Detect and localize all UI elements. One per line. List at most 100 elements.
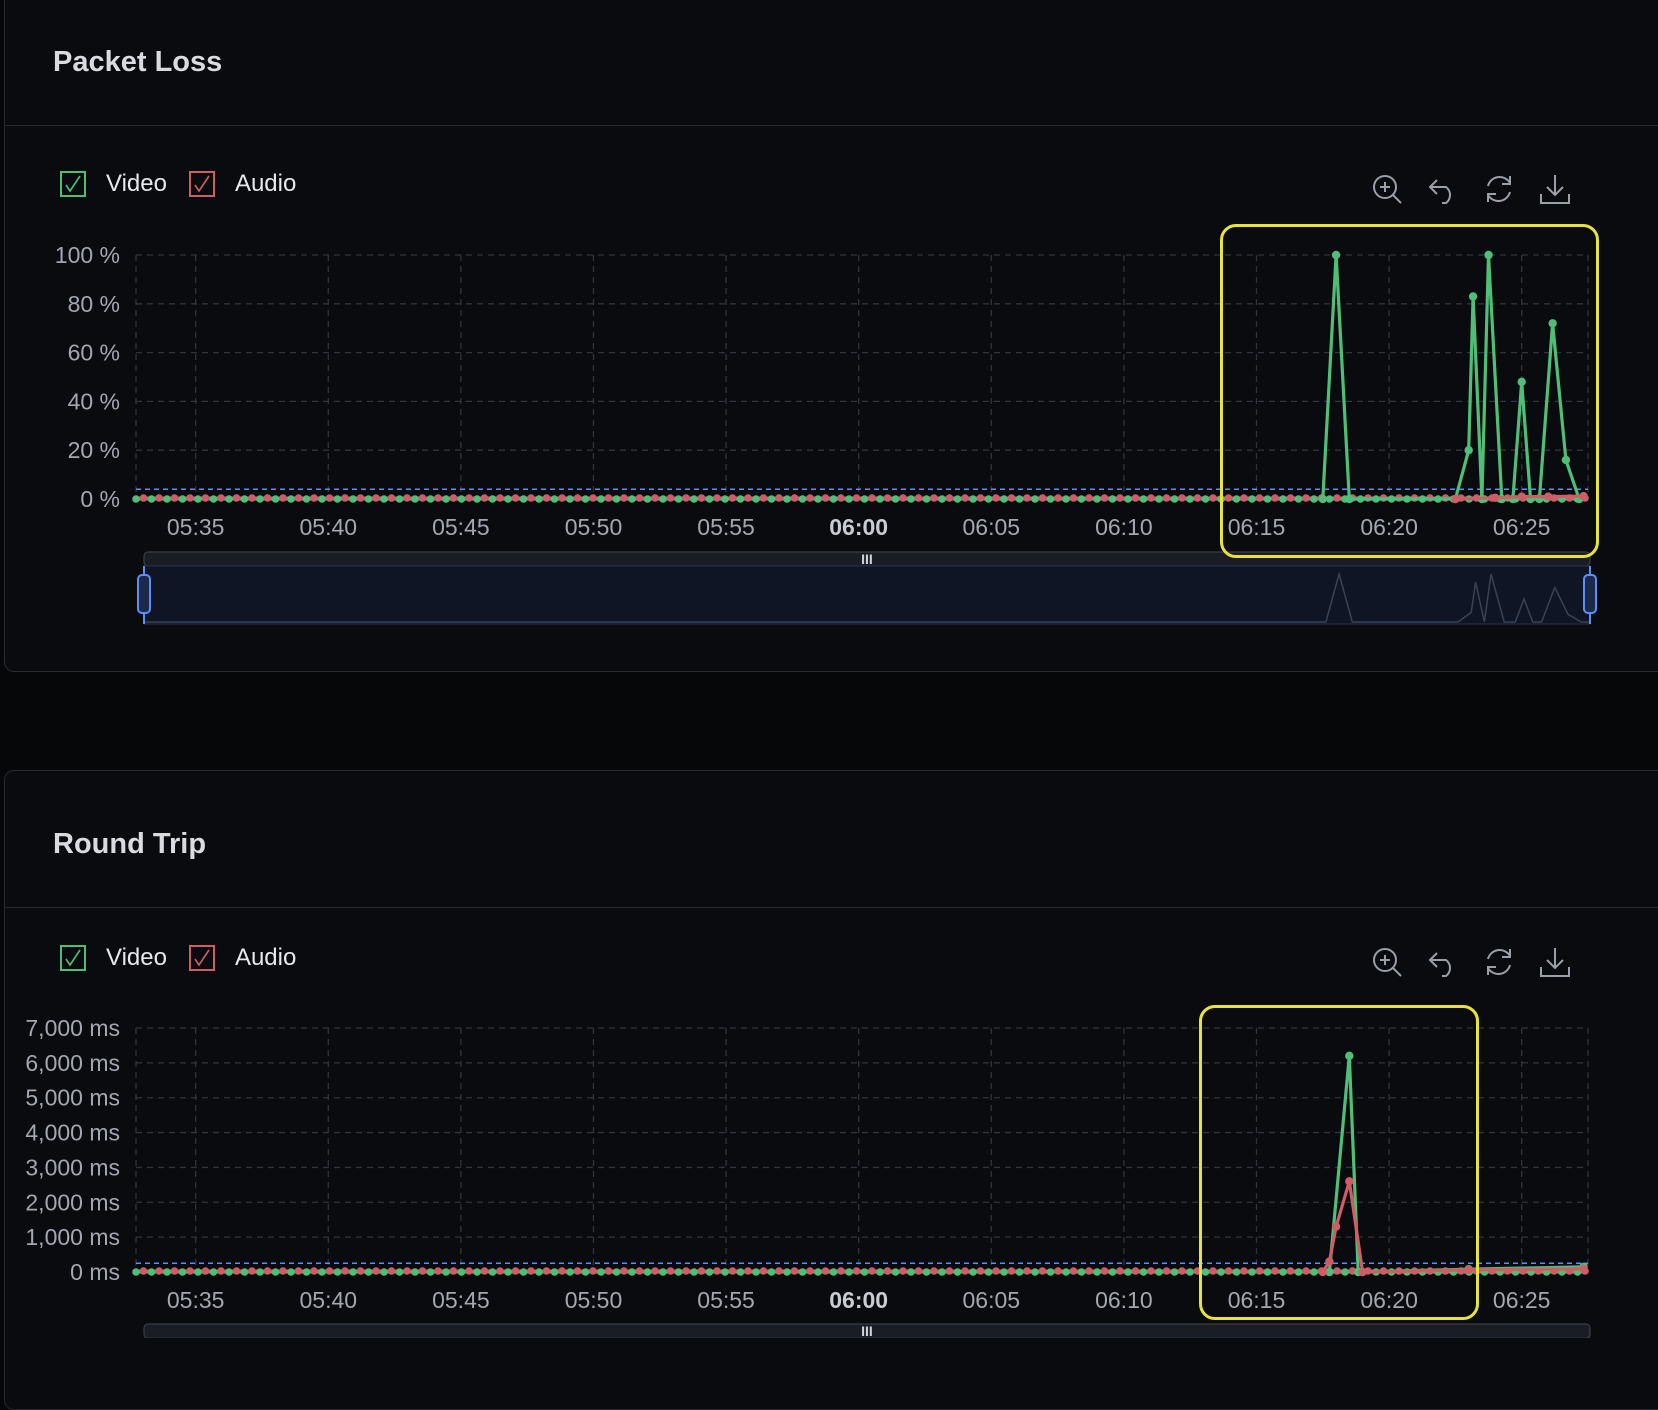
round-trip-audio-base-point: [1100, 1267, 1109, 1275]
packet-loss-video-base-point: [333, 495, 342, 503]
packet-loss-video-base-point: [736, 495, 745, 503]
round-trip-x-tick: 05:50: [565, 1287, 623, 1313]
round-trip-audio-base-point: [558, 1267, 566, 1275]
packet-loss-video-base-point: [752, 495, 760, 503]
packet-loss-video-base-point: [411, 495, 419, 503]
packet-loss-video-base-point: [1155, 495, 1163, 503]
packet-loss-audio-base-point: [403, 494, 411, 502]
packet-loss-audio-base-point: [821, 494, 830, 502]
round-trip-video-base-point: [643, 1268, 652, 1276]
round-trip-audio-base-point: [1023, 1267, 1031, 1275]
round-trip-audio-base-point: [697, 1267, 706, 1275]
round-trip-video-base-point: [705, 1268, 714, 1276]
packet-loss-video-base-point: [194, 495, 202, 503]
packet-loss-video-base-point: [504, 495, 512, 503]
round-trip-audio-base-point: [387, 1267, 396, 1275]
undo-icon[interactable]: [1426, 172, 1460, 206]
refresh-icon[interactable]: [1482, 172, 1516, 206]
round-trip-audio-base-point: [604, 1267, 613, 1275]
legend-video[interactable]: Video: [60, 944, 167, 972]
undo-icon[interactable]: [1426, 945, 1460, 979]
packet-loss-y-tick: 0 %: [80, 486, 120, 512]
legend-audio[interactable]: Audio: [188, 944, 296, 972]
packet-loss-video-base-point: [705, 495, 714, 503]
round-trip-toolbox: [1370, 945, 1572, 979]
packet-loss-video-base-point: [814, 495, 822, 503]
round-trip-audio-base-point: [186, 1267, 194, 1275]
round-trip-video-base-point: [1062, 1268, 1070, 1276]
packet-loss-audio-base-point: [728, 494, 737, 502]
packet-loss-audio-base-point: [294, 494, 303, 502]
round-trip-audio-base-point: [325, 1267, 334, 1275]
round-trip-video-base-point: [566, 1268, 574, 1276]
round-trip-video-base-point: [969, 1268, 977, 1276]
packet-loss-audio-base-point: [713, 494, 721, 502]
packet-loss-video-base-point: [488, 495, 497, 503]
packet-loss-video-base-point: [845, 495, 853, 503]
packet-loss-audio-base-point: [682, 494, 690, 502]
packet-loss-audio-base-point: [263, 494, 272, 502]
round-trip-video-base-point: [845, 1268, 853, 1276]
packet-loss-video-base-point: [1077, 495, 1086, 503]
packet-loss-audio-base-point: [697, 494, 706, 502]
round-trip-video-base-point: [690, 1268, 698, 1276]
packet-loss-audio-base-point: [1116, 494, 1124, 502]
packet-loss-audio-base-point: [232, 494, 241, 502]
zoom-icon[interactable]: [1370, 945, 1404, 979]
packet-loss-y-tick: 40 %: [68, 388, 120, 414]
download-icon[interactable]: [1538, 172, 1572, 206]
round-trip-video-base-point: [1170, 1268, 1179, 1276]
download-icon[interactable]: [1538, 945, 1572, 979]
packet-loss-audio-base-point: [1100, 494, 1109, 502]
packet-loss-audio-base-point: [1178, 494, 1186, 502]
round-trip-video-base-point: [271, 1268, 280, 1276]
round-trip-video-base-point: [984, 1268, 993, 1276]
round-trip-audio-base-point: [232, 1267, 241, 1275]
round-trip-audio-base-point: [682, 1267, 690, 1275]
packet-loss-audio-base-point: [480, 494, 489, 502]
round-trip-video-base-point: [597, 1268, 605, 1276]
packet-loss-audio-base-point: [852, 494, 861, 502]
packet-loss-audio-base-point: [434, 494, 442, 502]
round-trip-video-base-point: [209, 1268, 218, 1276]
packet-loss-audio-base-point: [976, 494, 985, 502]
round-trip-audio-base-point: [1085, 1267, 1093, 1275]
audio-check-icon: [188, 171, 215, 197]
packet-loss-audio-base-point: [1209, 494, 1217, 502]
legend-audio[interactable]: Audio: [188, 170, 296, 198]
packet-loss-slider-handle[interactable]: [137, 574, 151, 614]
round-trip-audio-base-point: [170, 1267, 179, 1275]
round-trip-y-tick: 7,000 ms: [25, 1015, 120, 1041]
packet-loss-video-base-point: [209, 495, 218, 503]
round-trip-y-tick: 6,000 ms: [25, 1050, 120, 1076]
packet-loss-audio-base-point: [542, 494, 551, 502]
round-trip-audio-base-point: [573, 1267, 582, 1275]
refresh-icon[interactable]: [1482, 945, 1516, 979]
round-trip-video-base-point: [504, 1268, 512, 1276]
zoom-icon[interactable]: [1370, 172, 1404, 206]
packet-loss-video-base-point: [969, 495, 977, 503]
packet-loss-video-base-point: [1093, 495, 1101, 503]
round-trip-audio-base-point: [883, 1267, 892, 1275]
packet-loss-video-base-point: [984, 495, 993, 503]
packet-loss-video-base-point: [287, 495, 295, 503]
packet-loss-x-tick: 05:45: [432, 514, 490, 540]
round-trip-video-base-point: [163, 1268, 171, 1276]
packet-loss-x-tick: 05:40: [299, 514, 357, 540]
packet-loss-video-base-point: [953, 495, 962, 503]
packet-loss-audio-base-point: [961, 494, 969, 502]
round-trip-video-base-point: [349, 1268, 357, 1276]
packet-loss-audio-base-point: [806, 494, 814, 502]
round-trip-video-base-point: [256, 1268, 264, 1276]
round-trip-audio-base-point: [403, 1267, 411, 1275]
round-trip-legend: Video Audio: [60, 944, 306, 972]
packet-loss-video-base-point: [457, 495, 466, 503]
packet-loss-video-base-point: [380, 495, 388, 503]
legend-video[interactable]: Video: [60, 170, 167, 198]
packet-loss-slider-handle[interactable]: [1583, 574, 1597, 614]
round-trip-video-base-point: [767, 1268, 776, 1276]
round-trip-audio-base-point: [418, 1267, 427, 1275]
packet-loss-video-base-point: [1031, 495, 1039, 503]
highlight-box-packet-loss: [1220, 224, 1599, 558]
round-trip-title: Round Trip: [53, 828, 207, 860]
